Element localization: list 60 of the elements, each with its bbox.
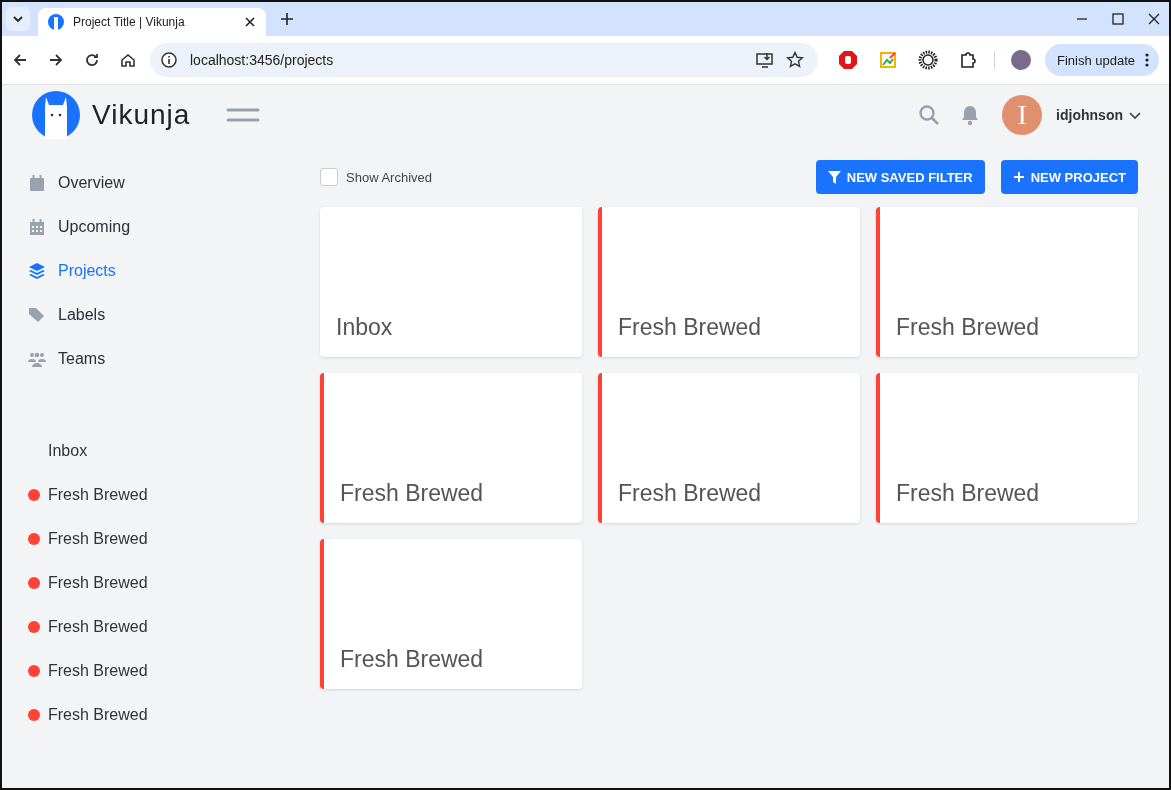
project-title: Inbox (336, 314, 393, 341)
project-link[interactable]: Fresh Brewed (28, 561, 297, 605)
project-link[interactable]: Fresh Brewed (28, 473, 297, 517)
action-button[interactable]: NEW PROJECT (1000, 160, 1138, 194)
project-card[interactable]: Inbox (320, 207, 582, 357)
people-icon (28, 350, 46, 368)
home-icon[interactable] (120, 52, 136, 68)
star-icon[interactable] (785, 51, 804, 69)
project-link[interactable]: Fresh Brewed (28, 693, 297, 737)
reload-icon[interactable] (84, 52, 100, 68)
user-menu-button[interactable]: idjohnson (1050, 106, 1147, 124)
new-tab-icon[interactable] (280, 12, 294, 26)
close-icon[interactable] (1147, 12, 1161, 26)
calendar-icon (28, 174, 46, 192)
project-link[interactable]: Fresh Brewed (28, 517, 297, 561)
project-card[interactable]: Fresh Brewed (320, 539, 582, 689)
nav-link[interactable]: Upcoming (28, 205, 297, 249)
project-title: Fresh Brewed (896, 314, 1040, 341)
tab-search-button[interactable] (6, 7, 30, 31)
close-icon[interactable] (244, 16, 256, 28)
caret-icon (12, 13, 24, 25)
nav-link[interactable]: Overview (28, 161, 297, 205)
plus-icon (1012, 171, 1025, 183)
project-card[interactable]: Fresh Brewed (876, 373, 1138, 523)
maximize-icon[interactable] (1111, 12, 1125, 26)
nav-link[interactable]: Projects (28, 249, 297, 293)
brand-name: Vikunja (92, 99, 191, 131)
calendar-grid-icon (28, 218, 46, 236)
caret-icon (1129, 109, 1141, 121)
action-button[interactable]: NEW SAVED FILTER (815, 160, 985, 194)
project-title: Fresh Brewed (340, 646, 484, 673)
profile-avatar[interactable] (1010, 50, 1031, 70)
layers-icon (28, 262, 46, 280)
project-card[interactable]: Fresh Brewed (598, 207, 860, 357)
project-title: Fresh Brewed (896, 480, 1040, 507)
browser-tab[interactable]: Project Title | Vikunja (38, 8, 266, 36)
filter-icon (827, 170, 841, 184)
more-icon (1145, 53, 1149, 67)
project-link[interactable]: Fresh Brewed (28, 649, 297, 693)
info-icon (160, 51, 178, 69)
back-icon[interactable] (12, 52, 28, 68)
project-title: Fresh Brewed (618, 480, 762, 507)
project-card[interactable]: Fresh Brewed (876, 207, 1138, 357)
project-link[interactable]: Fresh Brewed (28, 605, 297, 649)
project-link[interactable]: Inbox (28, 429, 297, 473)
nav-link[interactable]: Labels (28, 293, 297, 337)
sun-icon[interactable] (917, 50, 938, 70)
forward-icon[interactable] (48, 52, 64, 68)
address-bar[interactable]: localhost:3456/projects (150, 43, 818, 77)
show-archived-checkbox[interactable]: Show Archived (320, 168, 432, 186)
project-card[interactable]: Fresh Brewed (598, 373, 860, 523)
finish-update-button[interactable]: Finish update (1044, 44, 1159, 76)
project-title: Fresh Brewed (340, 480, 484, 507)
install-app-icon[interactable] (755, 51, 774, 69)
tag-icon (28, 306, 46, 324)
nav-link[interactable]: Teams (28, 337, 297, 381)
tab-title: Project Title | Vikunja (73, 15, 186, 29)
url-text: localhost:3456/projects (190, 52, 334, 68)
project-title: Fresh Brewed (618, 314, 762, 341)
project-card[interactable]: Fresh Brewed (320, 373, 582, 523)
